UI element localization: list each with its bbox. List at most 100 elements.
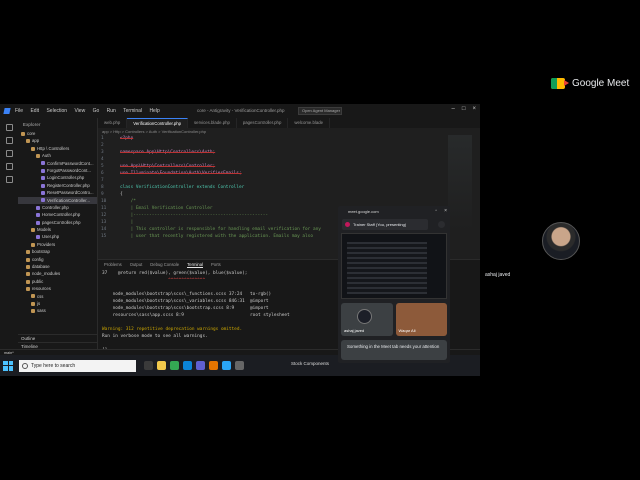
close-icon[interactable]: × (472, 106, 476, 112)
breadcrumb[interactable]: app > Http > Controllers > Auth > Verifi… (98, 128, 480, 135)
line-number: 10 (101, 199, 107, 204)
minimap[interactable] (448, 135, 472, 230)
pip-attention-notice[interactable]: Something in the Meet tab needs your att… (341, 340, 447, 360)
folder-icon (26, 257, 30, 262)
code-text: { (120, 192, 123, 197)
minimize-icon[interactable]: – (452, 106, 455, 112)
tree-folder[interactable]: config (18, 256, 97, 263)
maximize-icon[interactable]: □ (462, 106, 466, 112)
ide-titlebar: File Edit Selection View Go Run Terminal… (0, 104, 480, 118)
app-icon-3[interactable] (235, 361, 244, 370)
pip-expand-icon[interactable]: ▫ (435, 208, 437, 214)
editor-tab[interactable]: services.blade.php (188, 118, 237, 128)
pip-more-icon[interactable] (438, 221, 445, 228)
menu-edit[interactable]: Edit (30, 108, 39, 114)
menu-file[interactable]: File (15, 108, 23, 114)
code-line: 4 (98, 156, 428, 163)
panel-tab[interactable]: Output (130, 262, 143, 268)
vscode-icon[interactable] (222, 361, 231, 370)
tree-file[interactable]: HomeController.php (18, 211, 97, 218)
editor-tab[interactable]: welcome.blade (288, 118, 331, 128)
menu-go[interactable]: Go (93, 108, 100, 114)
editor-tab[interactable]: VerificationController.php (127, 118, 189, 128)
explorer-icon[interactable] (5, 124, 13, 131)
php-file-icon (36, 235, 40, 240)
folder-icon (31, 146, 35, 151)
pip-close-icon[interactable]: × (444, 208, 447, 214)
code-text: use Illuminate\Foundation\Auth\VerifiesE… (120, 171, 242, 176)
pip-tile[interactable]: Waqar Ali (395, 303, 447, 336)
code-text: | (120, 220, 134, 225)
source-control-icon[interactable] (5, 150, 13, 157)
tree-folder[interactable]: Auth (18, 152, 97, 159)
tree-item-label: ResetPasswordContro... (47, 190, 94, 196)
line-number: 2 (101, 143, 104, 148)
tree-file[interactable]: VerificationController... (18, 196, 97, 204)
tree-folder[interactable]: css (18, 293, 97, 300)
line-number: 5 (101, 164, 104, 169)
tree-item-label: config (32, 256, 44, 262)
menu-help[interactable]: Help (149, 108, 159, 114)
tree-file[interactable]: pagesController.php (18, 219, 97, 226)
app-icon-2[interactable] (209, 361, 218, 370)
extensions-icon[interactable] (5, 176, 13, 183)
task-view-icon[interactable] (144, 361, 153, 370)
tree-item-label: ConfirmPasswordCont... (47, 160, 94, 166)
tree-folder[interactable]: database (18, 263, 97, 270)
menu-selection[interactable]: Selection (46, 108, 67, 114)
line-number: 3 (101, 150, 104, 155)
run-debug-icon[interactable] (5, 163, 13, 170)
outline-section[interactable]: Outline (18, 334, 97, 342)
panel-tab[interactable]: Debug Console (150, 262, 179, 268)
tree-file[interactable]: ForgotPasswordCont... (18, 167, 97, 174)
tree-folder[interactable]: public (18, 278, 97, 285)
tree-folder[interactable]: app (18, 137, 97, 144)
tree-file[interactable]: Controller.php (18, 204, 97, 211)
tree-folder[interactable]: node_modules (18, 270, 97, 277)
search-icon[interactable] (5, 137, 13, 144)
tree-folder[interactable]: js (18, 300, 97, 307)
editor-tab[interactable]: web.php (98, 118, 128, 128)
tree-folder[interactable]: sass (18, 307, 97, 314)
agent-manager-search[interactable]: Open Agent Manager (298, 107, 342, 115)
tree-item-label: ForgotPasswordCont... (47, 167, 91, 173)
pip-tile[interactable]: ashaj javed (341, 303, 393, 336)
edge-icon[interactable] (183, 361, 192, 370)
panel-tab[interactable]: Terminal (187, 262, 203, 268)
menu-run[interactable]: Run (107, 108, 116, 114)
windows-start-icon[interactable] (3, 360, 13, 371)
tree-file[interactable]: ConfirmPasswordCont... (18, 160, 97, 167)
tree-folder[interactable]: Models (18, 226, 97, 233)
tree-file[interactable]: LoginController.php (18, 174, 97, 181)
timeline-section[interactable]: Timeline (18, 341, 97, 350)
code-text: use App\Http\Controllers\Controller; (120, 164, 216, 169)
panel-tab[interactable]: Problems (104, 262, 122, 268)
line-number: 4 (101, 157, 104, 162)
tree-item-label: sass (37, 308, 46, 314)
folder-icon (31, 242, 35, 247)
pip-participant-tiles: ashaj javed Waqar Ali (341, 303, 447, 336)
editor-tab[interactable]: pagesController.php (237, 118, 289, 128)
code-line: 10 /* (98, 198, 428, 205)
tree-folder[interactable]: bootstrap (18, 248, 97, 255)
participant-tile[interactable]: ashaj javed (482, 196, 640, 286)
menu-terminal[interactable]: Terminal (123, 108, 142, 114)
tree-file[interactable]: ResetPasswordContro... (18, 189, 97, 196)
tree-folder[interactable]: Providers (18, 241, 97, 248)
tree-file[interactable]: RegisterController.php (18, 182, 97, 189)
taskbar-apps (144, 361, 244, 370)
tree-file[interactable]: User.php (18, 233, 97, 240)
tree-folder[interactable]: resources (18, 285, 97, 292)
tree-folder[interactable]: core (18, 130, 97, 137)
app-icon[interactable] (196, 361, 205, 370)
presenter-banner[interactable]: Trainer Staff (You, presenting) (342, 219, 428, 230)
file-explorer-icon[interactable] (157, 361, 166, 370)
chrome-icon[interactable] (170, 361, 179, 370)
taskbar-search-input[interactable]: Type here to search (19, 359, 136, 372)
tree-folder[interactable]: Http \ Controllers (18, 145, 97, 152)
panel-tab[interactable]: Ports (211, 262, 221, 268)
code-text: namespace App\Http\Controllers\Auth; (120, 150, 216, 155)
line-number: 12 (101, 213, 107, 218)
menu-view[interactable]: View (74, 108, 85, 114)
folder-icon (31, 301, 35, 306)
